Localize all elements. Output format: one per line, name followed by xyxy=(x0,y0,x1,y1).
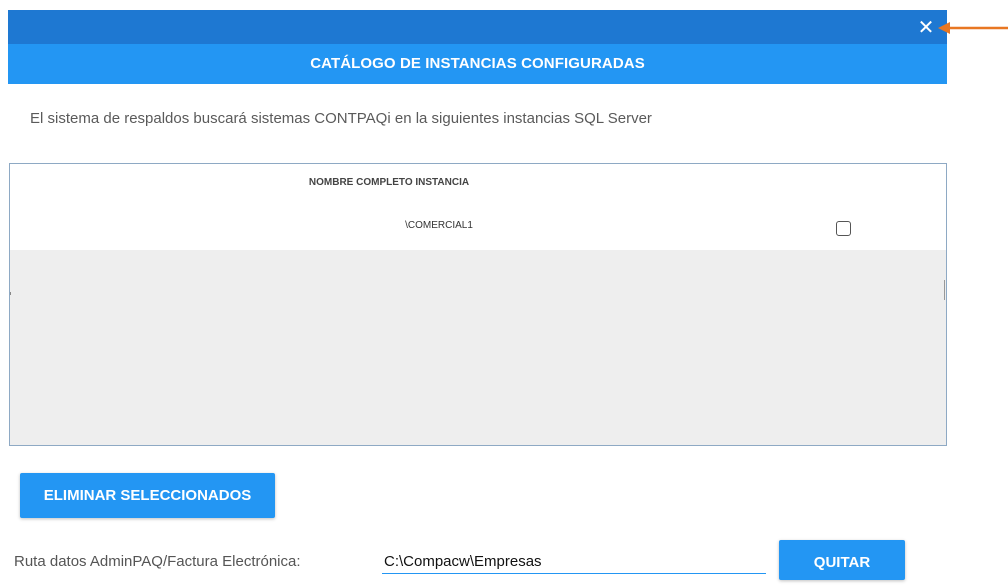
column-header-instance-name: NOMBRE COMPLETO INSTANCIA xyxy=(308,177,470,188)
delete-selected-button[interactable]: ELIMINAR SELECCIONADOS xyxy=(20,473,275,518)
path-label: Ruta datos AdminPAQ/Factura Electrónica: xyxy=(14,553,301,570)
annotation-arrow-icon xyxy=(938,22,1008,34)
table-row[interactable]: \COMERCIAL1 xyxy=(10,214,946,248)
scroll-marker-right xyxy=(944,280,945,300)
description-text: El sistema de respaldos buscará sistemas… xyxy=(30,110,652,127)
instance-name-cell: \COMERCIAL1 xyxy=(405,220,473,231)
table-empty-area xyxy=(10,250,946,445)
dialog-title: CATÁLOGO DE INSTANCIAS CONFIGURADAS xyxy=(8,44,947,84)
instances-table: NOMBRE COMPLETO INSTANCIA \COMERCIAL1 xyxy=(9,163,947,446)
scroll-marker-left xyxy=(10,292,11,295)
row-select-checkbox[interactable] xyxy=(836,221,851,236)
remove-button[interactable]: QUITAR xyxy=(779,540,905,580)
path-input[interactable] xyxy=(382,549,766,574)
close-icon[interactable]: ✕ xyxy=(915,14,937,40)
window-titlebar: ✕ xyxy=(8,10,947,44)
